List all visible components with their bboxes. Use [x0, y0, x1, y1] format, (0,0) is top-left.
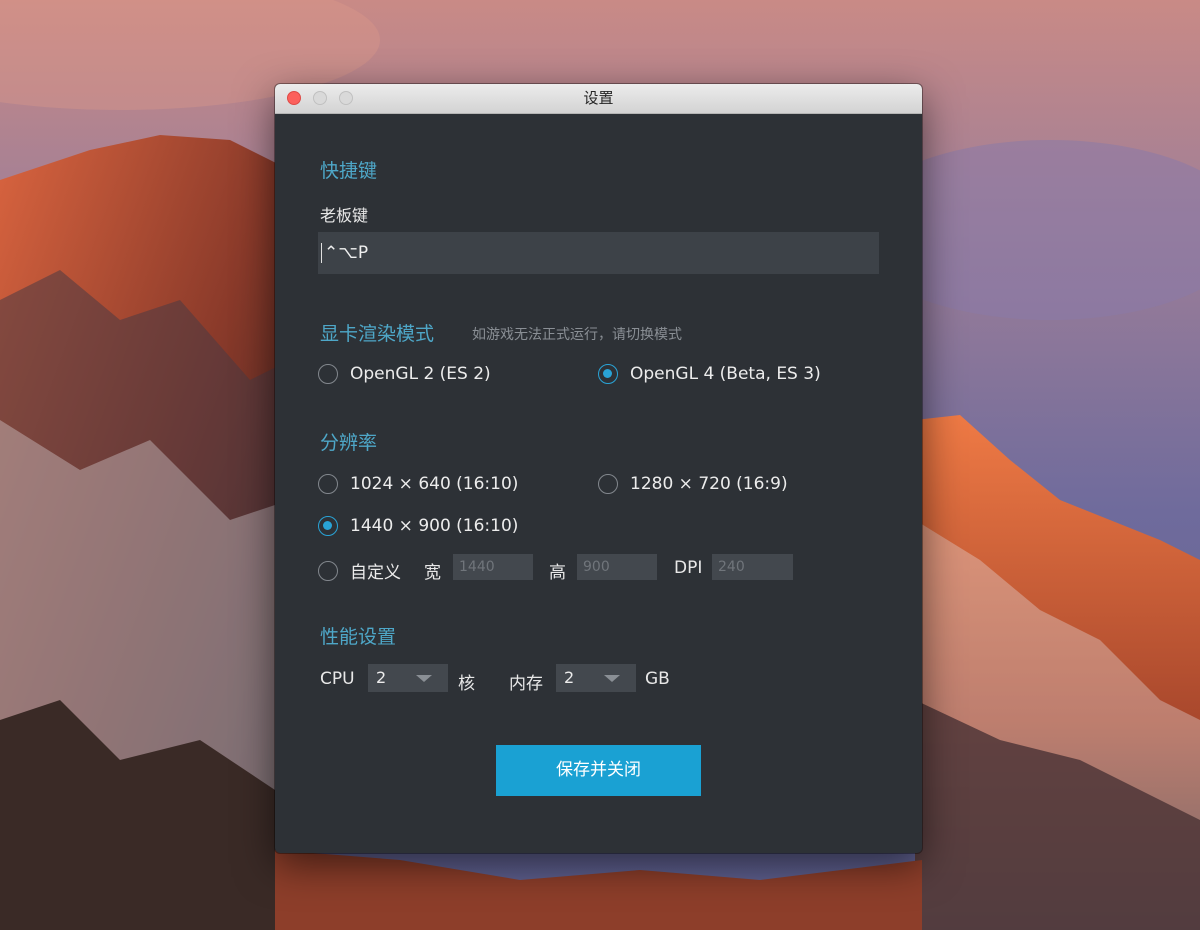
radio-circle [318, 364, 338, 384]
radio-opengl2-label: OpenGL 2 (ES 2) [350, 364, 491, 384]
radio-circle [598, 474, 618, 494]
radio-circle [318, 560, 338, 581]
radio-circle [318, 474, 338, 494]
performance-section-title: 性能设置 [320, 626, 397, 648]
radio-res-1440x900-label: 1440 × 900 (16:10) [350, 516, 519, 536]
window-title: 设置 [583, 89, 614, 107]
radio-res-1440x900[interactable]: 1440 × 900 (16:10) [318, 516, 518, 536]
chevron-down-icon [604, 675, 620, 682]
settings-window: 设置 快捷键 老板键 ⌃⌥P 显卡渲染模式 如游戏无法正式运行，请切换模式 Op… [275, 84, 922, 853]
custom-dpi-label: DPI [674, 558, 703, 578]
cpu-unit-label: 核 [458, 674, 475, 694]
radio-res-1280x720-label: 1280 × 720 (16:9) [630, 474, 788, 494]
radio-circle-selected [598, 364, 618, 384]
boss-key-value: ⌃⌥P [324, 243, 369, 263]
render-mode-section-title: 显卡渲染模式 [320, 323, 435, 345]
custom-width-input[interactable] [453, 554, 533, 580]
radio-opengl4-label: OpenGL 4 (Beta, ES 3) [630, 364, 821, 384]
radio-opengl4[interactable]: OpenGL 4 (Beta, ES 3) [598, 364, 821, 384]
memory-select[interactable]: 2 [556, 664, 636, 692]
radio-opengl2[interactable]: OpenGL 2 (ES 2) [318, 364, 491, 384]
render-mode-hint: 如游戏无法正式运行，请切换模式 [472, 327, 682, 343]
hotkey-section-title: 快捷键 [320, 160, 378, 182]
boss-key-label: 老板键 [320, 206, 369, 225]
boss-key-input[interactable]: ⌃⌥P [318, 232, 879, 274]
cpu-select[interactable]: 2 [368, 664, 448, 692]
cpu-label: CPU [320, 669, 355, 689]
text-caret [321, 243, 322, 263]
chevron-down-icon [416, 675, 432, 682]
resolution-section-title: 分辨率 [320, 432, 378, 454]
radio-res-1280x720[interactable]: 1280 × 720 (16:9) [598, 474, 788, 494]
custom-width-label: 宽 [424, 563, 441, 583]
custom-dpi-input[interactable] [712, 554, 793, 580]
save-and-close-button[interactable]: 保存并关闭 [496, 745, 701, 796]
memory-select-value: 2 [564, 668, 575, 687]
title-bar[interactable]: 设置 [275, 84, 922, 114]
custom-height-label: 高 [549, 563, 566, 583]
radio-circle-selected [318, 516, 338, 536]
radio-res-custom[interactable]: 自定义 [318, 558, 401, 583]
radio-res-1024x640-label: 1024 × 640 (16:10) [350, 474, 519, 494]
memory-label: 内存 [509, 674, 543, 694]
memory-unit-label: GB [645, 669, 670, 689]
settings-content: 快捷键 老板键 ⌃⌥P 显卡渲染模式 如游戏无法正式运行，请切换模式 OpenG… [275, 114, 922, 853]
radio-res-1024x640[interactable]: 1024 × 640 (16:10) [318, 474, 518, 494]
radio-res-custom-label: 自定义 [350, 563, 401, 583]
cpu-select-value: 2 [376, 668, 387, 687]
custom-height-input[interactable] [577, 554, 657, 580]
